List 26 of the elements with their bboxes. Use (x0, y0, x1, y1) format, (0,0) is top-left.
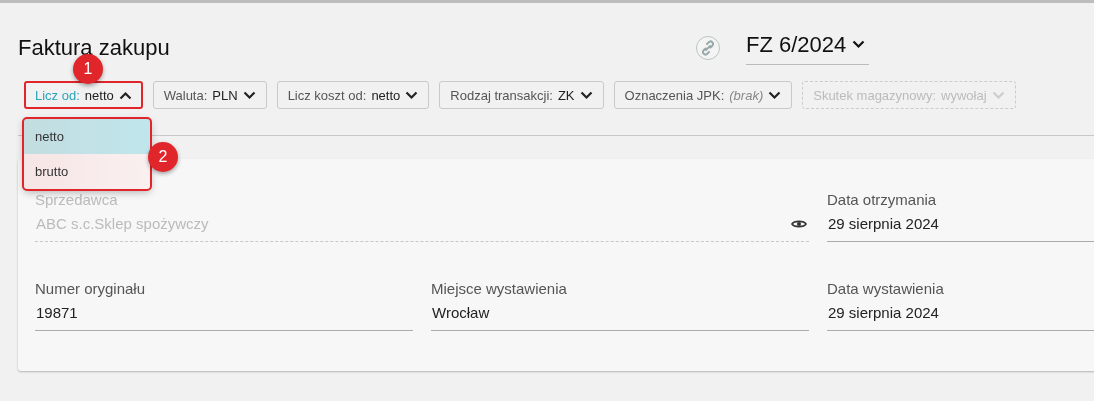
chevron-down-icon (768, 90, 782, 100)
filter-dropdown[interactable]: Licz koszt od: netto (276, 81, 430, 109)
field-label: Numer oryginału (35, 280, 146, 297)
filter-dropdown[interactable]: Rodzaj transakcji: ZK (439, 81, 604, 109)
filter-dropdown[interactable]: Waluta: PLN (152, 81, 267, 109)
dropdown-option[interactable]: brutto (24, 154, 150, 189)
chevron-down-icon (991, 90, 1005, 100)
dropdown-option[interactable]: netto (24, 119, 150, 154)
chevron-down-icon (579, 90, 593, 100)
input-field[interactable]: 29 sierpnia 2024 (827, 304, 1094, 331)
link-icon (700, 40, 716, 56)
chevron-down-icon (852, 40, 866, 49)
field-label: Data otrzymania (827, 191, 937, 208)
input-field[interactable]: Wrocław (431, 304, 809, 331)
step-badge: 1 (73, 54, 103, 84)
field-label: Miejsce wystawienia (431, 280, 567, 297)
chevron-up-icon (118, 90, 132, 100)
input-field[interactable]: 29 sierpnia 2024 (827, 215, 1094, 242)
document-number-dropdown[interactable]: FZ 6/2024 (746, 31, 870, 65)
field-label: Data wystawienia (827, 280, 944, 297)
field-label: Sprzedawca (35, 191, 118, 208)
filter-dropdown[interactable]: Licz od: netto (24, 81, 143, 109)
filter-dropdown[interactable]: Oznaczenia JPK: (brak) (613, 81, 793, 109)
input-field[interactable]: 19871 (35, 304, 413, 331)
chevron-down-icon (242, 90, 256, 100)
chevron-down-icon (405, 90, 419, 100)
